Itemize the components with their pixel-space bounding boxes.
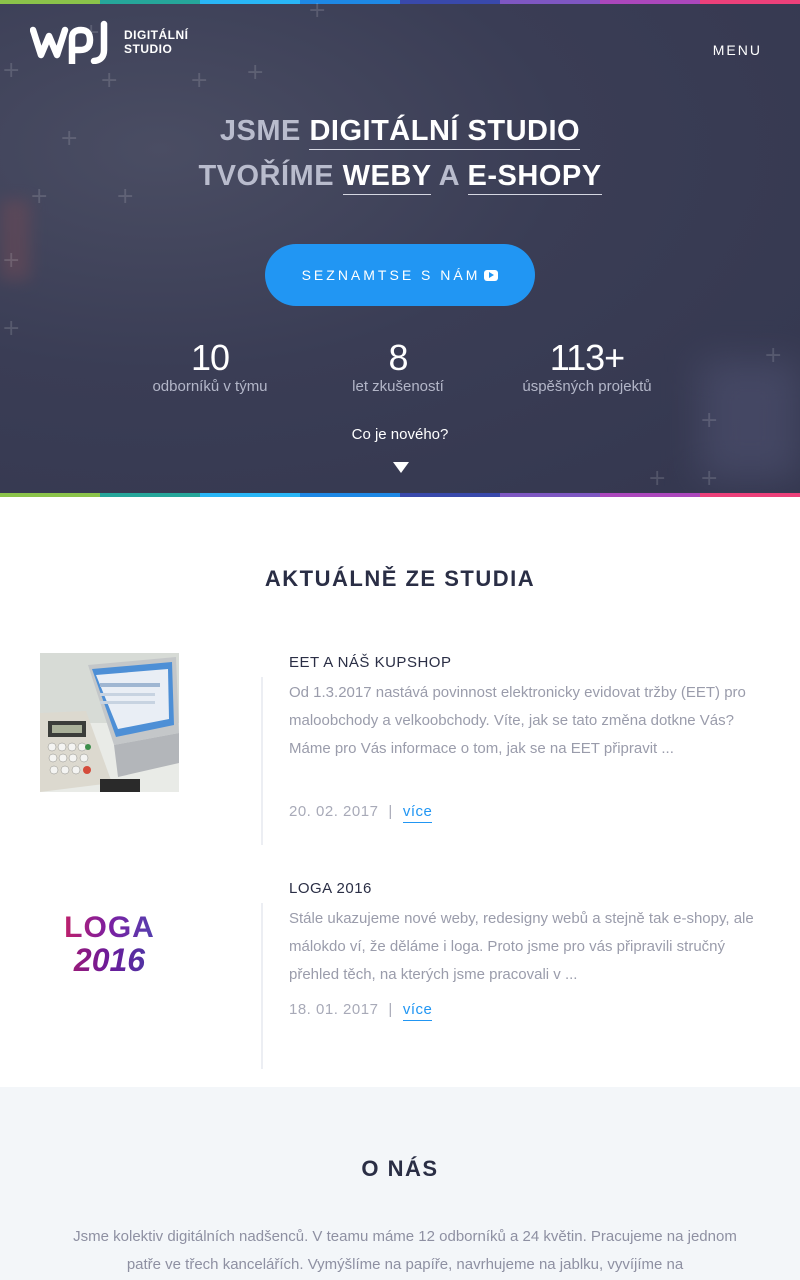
headline-highlight: WEBY [342, 160, 432, 195]
meta-separator: | [388, 1001, 393, 1018]
section-title: AKTUÁLNĚ ZE STUDIA [264, 566, 536, 591]
rainbow-segment [400, 0, 500, 4]
hero-section: + + + + + + + + + + + + + + + DIGITÁLNÍ … [0, 0, 800, 497]
plus-decoration: + [764, 343, 783, 368]
article-excerpt: Od 1.3.2017 nastává povinnost elektronic… [289, 684, 746, 757]
brand-subtitle: DIGITÁLNÍ STUDIO [124, 28, 189, 56]
brand-subtitle-line2: STUDIO [124, 42, 173, 56]
plus-decoration: + [246, 60, 265, 85]
stat-label: let zkušeností [352, 378, 444, 395]
plus-decoration: + [2, 248, 21, 273]
rainbow-segment [600, 0, 700, 4]
rainbow-segment [200, 0, 300, 4]
divider-line [261, 903, 263, 1069]
headline-highlight: E-SHOPY [467, 160, 602, 195]
plus-decoration: + [700, 466, 719, 491]
stat-years: 8 let zkušeností [330, 338, 466, 396]
hero-headline: JSME DIGITÁLNÍ STUDIO TVOŘÍME WEBY A E-S… [0, 112, 800, 202]
stat-label: úspěšných projektů [522, 378, 652, 395]
headline-highlight: DIGITÁLNÍ STUDIO [309, 115, 581, 150]
arrow-down-icon[interactable] [393, 462, 409, 473]
stat-value: 10 [190, 337, 230, 378]
plus-decoration: + [2, 58, 21, 83]
rainbow-segment [0, 0, 100, 4]
loga-thumb-year: 2016 [40, 943, 179, 977]
meta-separator: | [388, 803, 393, 820]
brand-logo[interactable]: DIGITÁLNÍ STUDIO [30, 20, 189, 64]
article-thumbnail-image[interactable] [40, 653, 179, 792]
article-meta: 18. 01. 2017 | více [289, 1001, 433, 1021]
plus-decoration: + [2, 316, 21, 341]
article-date: 18. 01. 2017 [289, 1001, 379, 1018]
headline-line2: TVOŘÍME WEBY A E-SHOPY [0, 157, 800, 202]
rainbow-segment [100, 0, 200, 4]
stat-projects: 113+ úspěšných projektů [506, 338, 668, 396]
stat-experts: 10 odborníků v týmu [140, 338, 280, 396]
article-meta: 20. 02. 2017 | více [289, 803, 433, 823]
article-thumbnail-image[interactable]: LOGA 2016 [40, 879, 179, 1018]
brand-subtitle-line1: DIGITÁLNÍ [124, 28, 189, 42]
news-section: AKTUÁLNĚ ZE STUDIA EET A NÁŠ KUPSHOP Od … [0, 497, 800, 1087]
headline-prefix: TVOŘÍME [198, 160, 335, 192]
article-excerpt: Stále ukazujeme nové weby, redesigny web… [289, 910, 754, 983]
rainbow-segment [500, 0, 600, 4]
article-title[interactable]: EET A NÁŠ KUPSHOP [289, 654, 451, 671]
read-more-link[interactable]: více [402, 1001, 433, 1021]
headline-joiner: A [438, 160, 459, 192]
plus-decoration: + [100, 68, 119, 93]
stat-value: 113+ [549, 337, 625, 378]
plus-decoration: + [190, 68, 209, 93]
menu-button[interactable]: MENU [713, 42, 762, 58]
rainbow-segment [700, 0, 800, 4]
meet-us-button[interactable]: SEZNAMTSE S NÁM [265, 244, 535, 306]
headline-line1: JSME DIGITÁLNÍ STUDIO [0, 112, 800, 157]
about-text: Jsme kolektiv digitálních nadšenců. V te… [73, 1228, 737, 1273]
cta-label: SEZNAMTSE S NÁM [301, 267, 481, 283]
divider-line [261, 677, 263, 845]
section-title: O NÁS [361, 1156, 439, 1181]
stat-label: odborníků v týmu [152, 378, 268, 395]
plus-decoration: + [308, 0, 327, 23]
headline-prefix: JSME [219, 115, 301, 147]
play-video-icon [484, 269, 499, 281]
read-more-link[interactable]: více [402, 803, 433, 823]
loga-thumb-text: LOGA [40, 913, 179, 943]
whats-new-link[interactable]: Co je nového? [0, 426, 800, 443]
article-date: 20. 02. 2017 [289, 803, 379, 820]
plus-decoration: + [648, 466, 667, 491]
about-section: O NÁS Jsme kolektiv digitálních nadšenců… [0, 1087, 800, 1280]
wpj-logo-icon [30, 20, 108, 64]
rainbow-stripe-top [0, 0, 800, 4]
stat-value: 8 [388, 337, 408, 378]
article-title[interactable]: LOGA 2016 [289, 880, 372, 897]
